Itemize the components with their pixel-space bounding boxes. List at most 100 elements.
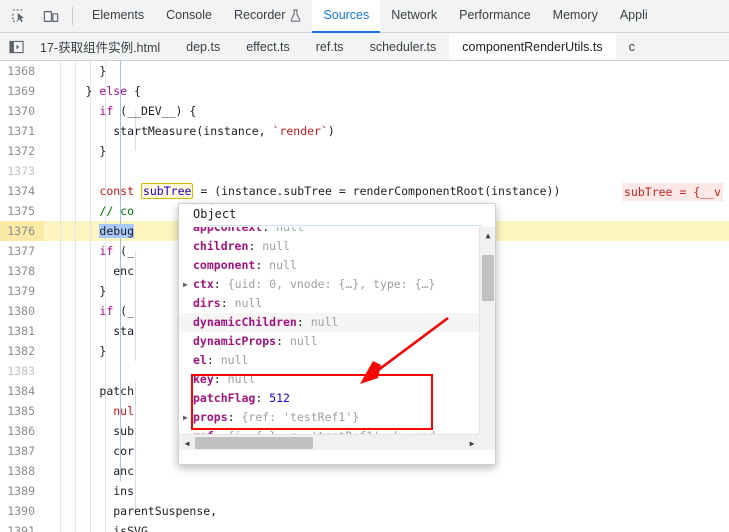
tab-sources[interactable]: Sources — [312, 0, 381, 33]
object-property-row[interactable]: dynamicProps: null — [179, 332, 480, 351]
code-line[interactable]: 1374 const subTree = (instance.subTree =… — [0, 181, 729, 201]
line-number[interactable]: 1375 — [0, 201, 44, 221]
code-line[interactable]: 1390 parentSuspense, — [0, 501, 729, 521]
tab-label: Memory — [552, 8, 598, 22]
line-number[interactable]: 1382 — [0, 341, 44, 361]
line-number[interactable]: 1386 — [0, 421, 44, 441]
tab-performance[interactable]: Performance — [448, 0, 542, 33]
expand-triangle-icon[interactable]: ▶ — [183, 275, 188, 294]
file-tabbar: 17-获取组件实例.html dep.ts effect.ts ref.ts s… — [0, 33, 729, 61]
line-number[interactable]: 1377 — [0, 241, 44, 261]
scroll-left-arrow-icon[interactable]: ◀ — [179, 435, 195, 451]
show-navigator-icon[interactable] — [5, 36, 27, 58]
object-property-row[interactable]: ▶ ctx: {uid: 0, vnode: {…}, type: {…} — [179, 275, 480, 294]
popup-title-divider — [207, 225, 482, 226]
object-property-row[interactable]: component: null — [179, 256, 480, 275]
object-property-row[interactable]: dirs: null — [179, 294, 480, 313]
code-token: = (instance.subTree = renderComponentRoo… — [193, 184, 561, 198]
line-number[interactable]: 1390 — [0, 501, 44, 521]
vertical-scroll-thumb[interactable] — [482, 255, 494, 301]
file-tab-ref[interactable]: ref.ts — [303, 33, 357, 60]
object-property-row[interactable]: dynamicChildren: null — [179, 313, 480, 332]
inspect-element-icon[interactable] — [6, 3, 32, 29]
object-property-row[interactable]: children: null — [179, 237, 480, 256]
tab-elements[interactable]: Elements — [81, 0, 155, 33]
tab-recorder[interactable]: Recorder — [223, 0, 312, 33]
line-number[interactable]: 1368 — [0, 61, 44, 81]
devtools-tabstrip: Elements Console Recorder Sources Networ… — [81, 0, 659, 33]
property-separator: : — [227, 410, 242, 424]
property-separator: : — [296, 315, 311, 329]
line-number[interactable]: 1387 — [0, 441, 44, 461]
code-token: } — [99, 284, 107, 298]
object-preview-popup[interactable]: Object appContext: null children: null com… — [178, 203, 496, 465]
file-tab-label: dep.ts — [186, 39, 221, 54]
file-tab-html[interactable]: 17-获取组件实例.html — [27, 33, 173, 60]
popup-horizontal-scrollbar[interactable]: ◀ ▶ — [179, 434, 480, 450]
object-property-row[interactable]: patchFlag: 512 — [179, 389, 480, 408]
property-separator: : — [213, 277, 228, 291]
code-line[interactable]: 1371 startMeasure(instance, `render`) — [0, 121, 729, 141]
code-text: if (__DEV__) { — [44, 101, 729, 121]
object-property-row[interactable]: el: null — [179, 351, 480, 370]
property-separator: : — [276, 334, 290, 348]
file-tab-componentrenderutils[interactable]: componentRenderUtils.ts — [449, 33, 616, 60]
line-number[interactable]: 1384 — [0, 381, 44, 401]
code-line[interactable]: 1389 ins — [0, 481, 729, 501]
line-number[interactable]: 1374 — [0, 181, 44, 201]
file-tab-next[interactable]: c — [616, 33, 648, 60]
line-number[interactable]: 1389 — [0, 481, 44, 501]
object-property-list[interactable]: appContext: null children: null component:… — [179, 227, 480, 446]
file-tab-label: scheduler.ts — [369, 39, 437, 54]
code-token: nul — [113, 404, 135, 418]
horizontal-scroll-thumb[interactable] — [195, 437, 313, 449]
object-property-row[interactable]: ▶ props: {ref: 'testRef1'} — [179, 408, 480, 427]
property-value: {ref: 'testRef1'} — [241, 410, 360, 424]
scroll-up-arrow-icon[interactable]: ▲ — [480, 227, 495, 244]
device-toolbar-icon[interactable] — [38, 3, 64, 29]
line-number[interactable]: 1379 — [0, 281, 44, 301]
code-token: } — [99, 64, 107, 78]
line-number[interactable]: 1373 — [0, 161, 44, 181]
code-line[interactable]: 1391 isSVG — [0, 521, 729, 532]
code-line[interactable]: 1373 — [0, 161, 729, 181]
line-number[interactable]: 1378 — [0, 261, 44, 281]
code-token: patch — [99, 384, 135, 398]
expand-triangle-icon[interactable]: ▶ — [183, 408, 188, 427]
line-number[interactable]: 1371 — [0, 121, 44, 141]
tab-network[interactable]: Network — [380, 0, 448, 33]
property-name: dynamicChildren — [193, 315, 297, 329]
popup-vertical-scrollbar[interactable]: ▲ ▼ — [479, 227, 495, 446]
property-value: null — [262, 239, 290, 253]
line-number[interactable]: 1370 — [0, 101, 44, 121]
code-token: sta — [113, 324, 135, 338]
file-tab-scheduler[interactable]: scheduler.ts — [357, 33, 450, 60]
code-token: } — [99, 144, 107, 158]
line-number[interactable]: 1380 — [0, 301, 44, 321]
line-number[interactable]: 1372 — [0, 141, 44, 161]
object-property-row[interactable]: key: null — [179, 370, 480, 389]
tab-memory[interactable]: Memory — [542, 0, 609, 33]
code-token: `render` — [272, 124, 328, 138]
object-property-row[interactable]: appContext: null — [179, 227, 480, 237]
property-value: null — [269, 258, 297, 272]
line-number[interactable]: 1391 — [0, 521, 44, 532]
line-number[interactable]: 1376 — [0, 221, 44, 241]
line-number[interactable]: 1381 — [0, 321, 44, 341]
tab-console[interactable]: Console — [155, 0, 223, 33]
code-token: isSVG — [113, 524, 148, 532]
line-number[interactable]: 1388 — [0, 461, 44, 481]
file-tab-label: componentRenderUtils.ts — [462, 39, 603, 54]
file-tab-effect[interactable]: effect.ts — [233, 33, 303, 60]
line-number[interactable]: 1383 — [0, 361, 44, 381]
code-line[interactable]: 1369 } else { — [0, 81, 729, 101]
code-line[interactable]: 1370 if (__DEV__) { — [0, 101, 729, 121]
tab-application[interactable]: Appli — [609, 0, 659, 33]
code-line[interactable]: 1368 } — [0, 61, 729, 81]
line-number[interactable]: 1369 — [0, 81, 44, 101]
file-tab-dep[interactable]: dep.ts — [173, 33, 233, 60]
line-number[interactable]: 1385 — [0, 401, 44, 421]
scroll-right-arrow-icon[interactable]: ▶ — [464, 435, 480, 451]
code-line[interactable]: 1372 } — [0, 141, 729, 161]
